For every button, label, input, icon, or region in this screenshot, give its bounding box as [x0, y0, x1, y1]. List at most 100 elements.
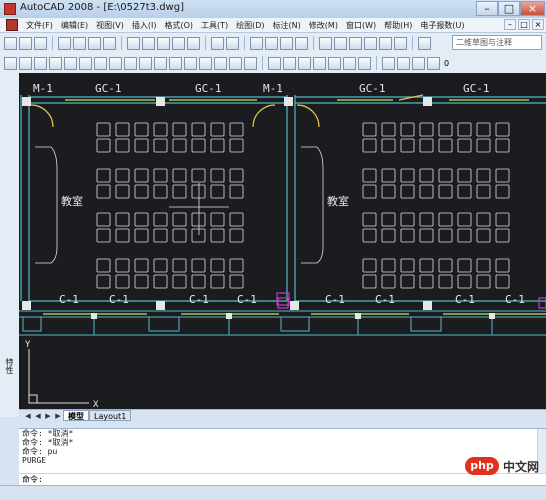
mirror-icon[interactable]: [49, 56, 62, 70]
zoom-previous-icon[interactable]: [295, 36, 308, 50]
layer-color-icon[interactable]: [427, 56, 440, 70]
help-icon[interactable]: [418, 36, 431, 50]
desk: [115, 184, 130, 199]
desk: [362, 184, 377, 199]
doc-restore-button[interactable]: □: [518, 19, 530, 30]
desk: [134, 228, 149, 243]
insert-block-icon[interactable]: [358, 56, 371, 70]
layer-name[interactable]: 0: [444, 59, 449, 68]
layer-on-icon[interactable]: [397, 56, 410, 70]
print-preview-icon[interactable]: [73, 36, 86, 50]
erase-icon[interactable]: [19, 56, 32, 70]
menu-modify[interactable]: 修改(M): [305, 19, 342, 32]
plot-icon[interactable]: [103, 36, 116, 50]
menu-express[interactable]: 电子报数(U): [416, 19, 468, 32]
tab-next-button[interactable]: ▶: [43, 411, 53, 421]
desk: [362, 228, 377, 243]
dimension-icon[interactable]: [298, 56, 311, 70]
menu-edit[interactable]: 编辑(E): [57, 19, 92, 32]
desk: [476, 184, 491, 199]
title-bar: AutoCAD 2008 - [E:\0527t3.dwg] – □ ×: [0, 0, 546, 19]
move-icon[interactable]: [94, 56, 107, 70]
desk: [457, 258, 472, 273]
save-icon[interactable]: [34, 36, 47, 50]
menu-tools[interactable]: 工具(T): [197, 19, 232, 32]
command-history-line: 命令: *取消*: [22, 438, 74, 447]
tab-prev-button[interactable]: ◀: [33, 411, 43, 421]
pan-icon[interactable]: [250, 36, 263, 50]
fillet-icon[interactable]: [229, 56, 242, 70]
redo-icon[interactable]: [226, 36, 239, 50]
sheet-set-icon[interactable]: [364, 36, 377, 50]
tab-layout1[interactable]: Layout1: [89, 410, 132, 421]
block-icon[interactable]: [343, 56, 356, 70]
desk: [495, 138, 510, 153]
desk: [495, 212, 510, 227]
join-icon[interactable]: [199, 56, 212, 70]
publish-icon[interactable]: [88, 36, 101, 50]
calculator-icon[interactable]: [394, 36, 407, 50]
tool-palettes-icon[interactable]: [349, 36, 362, 50]
layer-properties-icon[interactable]: [382, 56, 395, 70]
ucs-icon: [28, 349, 89, 404]
desk: [210, 258, 225, 273]
menu-file[interactable]: 文件(F): [22, 19, 57, 32]
new-file-icon[interactable]: [4, 36, 17, 50]
print-icon[interactable]: [58, 36, 71, 50]
zoom-realtime-icon[interactable]: [265, 36, 278, 50]
match-properties-icon[interactable]: [172, 36, 185, 50]
tab-first-button[interactable]: ◀: [23, 411, 33, 421]
menu-window[interactable]: 窗口(W): [342, 19, 380, 32]
menu-view[interactable]: 视图(V): [92, 19, 128, 32]
design-center-icon[interactable]: [334, 36, 347, 50]
rotate-icon[interactable]: [109, 56, 122, 70]
rectangle-icon[interactable]: [268, 56, 281, 70]
extend-icon[interactable]: [169, 56, 182, 70]
zoom-window-icon[interactable]: [280, 36, 293, 50]
stretch-icon[interactable]: [139, 56, 152, 70]
menu-insert[interactable]: 插入(I): [128, 19, 161, 32]
workspace-select[interactable]: 二维草图与注释: [452, 35, 542, 50]
copy-icon[interactable]: [142, 36, 155, 50]
properties-icon[interactable]: [319, 36, 332, 50]
line-icon[interactable]: [4, 56, 17, 70]
doc-close-button[interactable]: ×: [532, 19, 544, 30]
paste-icon[interactable]: [157, 36, 170, 50]
maximize-button[interactable]: □: [498, 1, 520, 16]
trim-icon[interactable]: [154, 56, 167, 70]
offset-icon[interactable]: [64, 56, 77, 70]
polygon-icon[interactable]: [283, 56, 296, 70]
chamfer-icon[interactable]: [214, 56, 227, 70]
desk: [172, 228, 187, 243]
markup-icon[interactable]: [379, 36, 392, 50]
document-icon[interactable]: [6, 19, 18, 31]
break-icon[interactable]: [184, 56, 197, 70]
copy-object-icon[interactable]: [34, 56, 47, 70]
drawing-canvas[interactable]: M-1 GC-1 GC-1 M-1 GC-1 GC-1 C-1 C-1 C-1 …: [19, 73, 546, 409]
cut-icon[interactable]: [127, 36, 140, 50]
menu-format[interactable]: 格式(O): [160, 19, 197, 32]
menu-dimension[interactable]: 标注(N): [269, 19, 305, 32]
explode-icon[interactable]: [244, 56, 257, 70]
tab-last-button[interactable]: ▶: [53, 411, 63, 421]
doc-minimize-button[interactable]: –: [504, 19, 516, 30]
array-icon[interactable]: [79, 56, 92, 70]
minimize-button[interactable]: –: [476, 1, 498, 16]
block-editor-icon[interactable]: [187, 36, 200, 50]
scale-icon[interactable]: [124, 56, 137, 70]
undo-icon[interactable]: [211, 36, 224, 50]
hatch-icon[interactable]: [313, 56, 326, 70]
desk: [153, 212, 168, 227]
properties-palette-strip[interactable]: 特性: [0, 73, 20, 417]
text-icon[interactable]: [328, 56, 341, 70]
close-button[interactable]: ×: [520, 1, 545, 16]
open-file-icon[interactable]: [19, 36, 32, 50]
desk: [495, 184, 510, 199]
desk: [419, 228, 434, 243]
desk: [381, 228, 396, 243]
menu-help[interactable]: 帮助(H): [380, 19, 416, 32]
layer-freeze-icon[interactable]: [412, 56, 425, 70]
autocad-app-icon[interactable]: [4, 3, 16, 15]
menu-draw[interactable]: 绘图(D): [232, 19, 268, 32]
tab-model[interactable]: 模型: [63, 410, 89, 421]
